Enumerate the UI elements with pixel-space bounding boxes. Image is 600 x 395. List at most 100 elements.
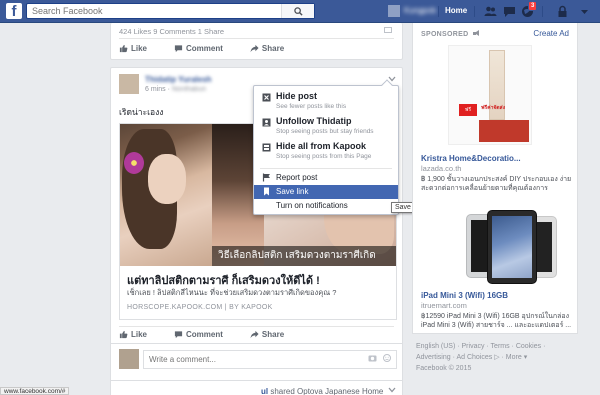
hide-all-icon — [262, 143, 271, 152]
menu-item-report[interactable]: Report post — [254, 171, 398, 185]
ad-info-icon[interactable] — [472, 30, 480, 36]
ad-domain: itruemart.com — [421, 301, 467, 310]
like-button[interactable]: Like — [119, 330, 147, 339]
menu-item-hide-post[interactable]: Hide post See fewer posts like this — [254, 91, 398, 115]
camera-icon[interactable] — [368, 354, 377, 362]
next-post-action: shared Optova Japanese Home — [270, 387, 384, 395]
divider — [119, 38, 394, 39]
comment-icon — [174, 45, 183, 53]
user-avatar[interactable] — [388, 5, 400, 17]
footer-line[interactable]: English (US) · Privacy · Terms · Cookies… — [416, 341, 584, 352]
comment-label: Comment — [186, 330, 223, 339]
face-shape — [148, 154, 186, 204]
flower-decoration — [124, 152, 144, 174]
footer-links: English (US) · Privacy · Terms · Cookies… — [416, 341, 584, 374]
post-location[interactable]: Nonthaburi — [172, 86, 206, 93]
ad-image-shelf[interactable]: ฟรี ฟรีค่าจัดส่ง — [448, 45, 532, 145]
commenter-avatar — [119, 349, 139, 369]
share-icon — [250, 44, 259, 53]
promo-text: ฟรีค่าจัดส่ง — [481, 105, 506, 111]
comment-button[interactable]: Comment — [174, 44, 223, 53]
post-author[interactable]: Thidatip Yuralesh — [145, 75, 212, 84]
post-actions: Like Comment Share — [119, 44, 311, 53]
comment-icon — [174, 331, 183, 339]
ad-description: ฿ 1,900 ชั้นวางเอนกประสงค์ DIY ประกอบเอง… — [421, 176, 572, 192]
ad-title[interactable]: Kristra Home&Decoratio... — [421, 154, 521, 163]
post-actions: Like Comment Share — [119, 330, 311, 339]
ad-domain: lazada.co.th — [421, 164, 462, 173]
messages-icon[interactable] — [503, 5, 516, 18]
friend-requests-icon[interactable] — [484, 5, 497, 18]
share-icon — [250, 330, 259, 339]
ad-description: ฿12590 iPad Mini 3 (Wifi) 16GB อุปกรณ์ใน… — [421, 312, 573, 330]
notifications-label: Turn on notifications — [276, 201, 348, 210]
comment-count-icon — [384, 27, 392, 33]
image-caption: วิธีเลือกลิปสติก เสริมดวงตามราศีเกิด — [212, 246, 396, 266]
hide-post-icon — [262, 93, 271, 102]
menu-item-unfollow[interactable]: Unfollow Thidatip Stop seeing posts but … — [254, 116, 398, 140]
thumbs-up-icon — [119, 330, 128, 339]
comment-composer — [119, 348, 397, 372]
search-box — [26, 3, 315, 19]
user-name[interactable]: Kungpob — [404, 6, 436, 16]
link-domain: HORSCOPE.KAPOOK.COM | BY KAPOOK — [127, 304, 273, 311]
settings-arrow-icon[interactable] — [578, 5, 591, 18]
sponsored-panel: SPONSORED Create Ad ฟรี ฟรีค่าจัดส่ง Kri… — [412, 23, 578, 334]
thumbs-up-icon — [119, 44, 128, 53]
save-link-label: Save link — [276, 187, 309, 196]
divider — [438, 6, 439, 17]
facebook-logo[interactable]: f — [6, 3, 22, 19]
comment-input[interactable] — [143, 350, 397, 369]
comment-button[interactable]: Comment — [174, 330, 223, 339]
divider — [542, 6, 543, 17]
menu-item-notifications[interactable]: Turn on notifications — [254, 199, 398, 213]
share-button[interactable]: Share — [250, 330, 284, 339]
search-icon — [293, 6, 303, 16]
post-timestamp: 6 mins · Nonthaburi — [145, 86, 207, 93]
like-label: Like — [131, 44, 148, 53]
comment-label: Comment — [186, 44, 223, 53]
promo-strip — [479, 120, 529, 142]
divider — [119, 326, 394, 327]
unfollow-icon — [262, 118, 271, 127]
menu-separator — [260, 168, 392, 169]
sponsored-text: SPONSORED — [421, 31, 469, 38]
previous-post-card: 424 Likes 9 Comments 1 Share Like Commen… — [110, 23, 403, 60]
emoji-icon[interactable] — [383, 354, 391, 362]
ipad-black — [487, 210, 537, 284]
ad-description-line: และอะแดปเตอร์ ... — [514, 322, 572, 329]
next-post-header: ul shared Optova Japanese Home — [261, 387, 383, 395]
share-label: Share — [261, 330, 285, 339]
ad-title[interactable]: iPad Mini 3 (Wifi) 16GB — [421, 291, 508, 300]
sponsored-label: SPONSORED — [421, 30, 480, 38]
author-avatar[interactable] — [119, 74, 139, 94]
top-navigation-bar: f Kungpob Home 3 — [0, 0, 600, 23]
chevron-down-icon[interactable] — [388, 387, 396, 393]
next-post-author[interactable]: ul — [261, 387, 268, 395]
post-time[interactable]: 6 mins — [145, 86, 166, 93]
search-button[interactable] — [281, 4, 314, 18]
search-input[interactable] — [27, 4, 277, 18]
home-link[interactable]: Home — [445, 6, 467, 15]
free-badge: ฟรี — [459, 104, 477, 116]
menu-item-subtitle: Stop seeing posts from this Page — [276, 153, 372, 160]
menu-item-title: Hide all from Kapook — [276, 141, 367, 151]
link-description: เช็กเลย ! ลิปสติกสีไหนนะ ที่จะช่วยเสริมด… — [127, 288, 337, 297]
menu-item-hide-all[interactable]: Hide all from Kapook Stop seeing posts f… — [254, 141, 398, 165]
post-stats[interactable]: 424 Likes 9 Comments 1 Share — [119, 27, 224, 36]
share-label: Share — [261, 44, 285, 53]
footer-line[interactable]: Advertising · Ad Choices ▷ · More ▾ — [416, 352, 584, 363]
menu-item-subtitle: See fewer posts like this — [276, 103, 347, 110]
like-button[interactable]: Like — [119, 44, 147, 53]
share-button[interactable]: Share — [250, 44, 284, 53]
menu-item-save-link[interactable]: Save link — [254, 185, 398, 199]
notification-badge: 3 — [528, 1, 538, 11]
divider — [111, 343, 402, 344]
post-text: เริดน่าะเองง — [119, 107, 164, 117]
create-ad-link[interactable]: Create Ad — [533, 29, 569, 38]
footer-copyright: Facebook © 2015 — [416, 365, 472, 372]
privacy-lock-icon[interactable] — [556, 5, 569, 18]
post-options-menu: Hide post See fewer posts like this Unfo… — [253, 79, 399, 215]
like-label: Like — [131, 330, 148, 339]
ad-image-ipad[interactable] — [421, 208, 573, 288]
